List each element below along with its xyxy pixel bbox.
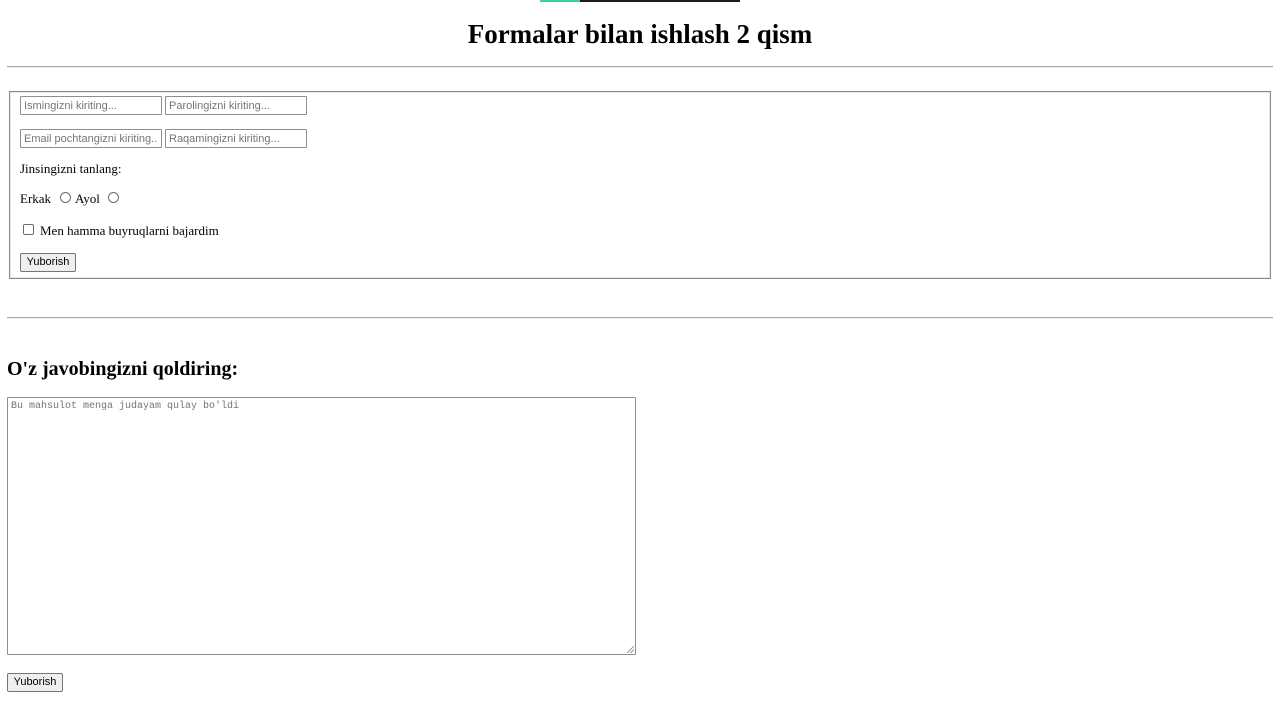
agree-label: Men hamma buyruqlarni bajardim bbox=[40, 223, 219, 238]
gender-option-female-label: Ayol bbox=[75, 191, 100, 206]
feedback-title: O'z javobingizni qoldiring: bbox=[7, 358, 239, 380]
agree-checkbox[interactable] bbox=[23, 224, 34, 235]
feedback-submit-button[interactable]: Yuborish bbox=[7, 673, 63, 692]
gender-male-radio[interactable] bbox=[60, 192, 71, 203]
divider-top bbox=[7, 66, 1273, 68]
registration-form: Jinsingizni tanlang: Erkak Ayol Men hamm… bbox=[9, 91, 1271, 279]
feedback-textarea[interactable]: Bu mahsulot menga judayam qulay bo'ldi bbox=[7, 397, 636, 655]
gender-female-radio[interactable] bbox=[108, 192, 119, 203]
divider-middle bbox=[7, 317, 1273, 319]
name-input[interactable] bbox=[20, 96, 162, 115]
resize-handle-icon[interactable] bbox=[627, 646, 634, 653]
form-submit-button[interactable]: Yuborish bbox=[20, 253, 76, 272]
top-progress-accent bbox=[540, 0, 580, 2]
page-title: Formalar bilan ishlash 2 qism bbox=[467, 19, 813, 49]
top-progress-strip bbox=[540, 0, 740, 2]
phone-input[interactable] bbox=[165, 129, 307, 148]
gender-option-male-label: Erkak bbox=[20, 191, 52, 206]
feedback-textarea-placeholder: Bu mahsulot menga judayam qulay bo'ldi bbox=[11, 401, 240, 412]
gender-label: Jinsingizni tanlang: bbox=[20, 161, 122, 176]
email-input[interactable] bbox=[20, 129, 162, 148]
password-input[interactable] bbox=[165, 96, 307, 115]
